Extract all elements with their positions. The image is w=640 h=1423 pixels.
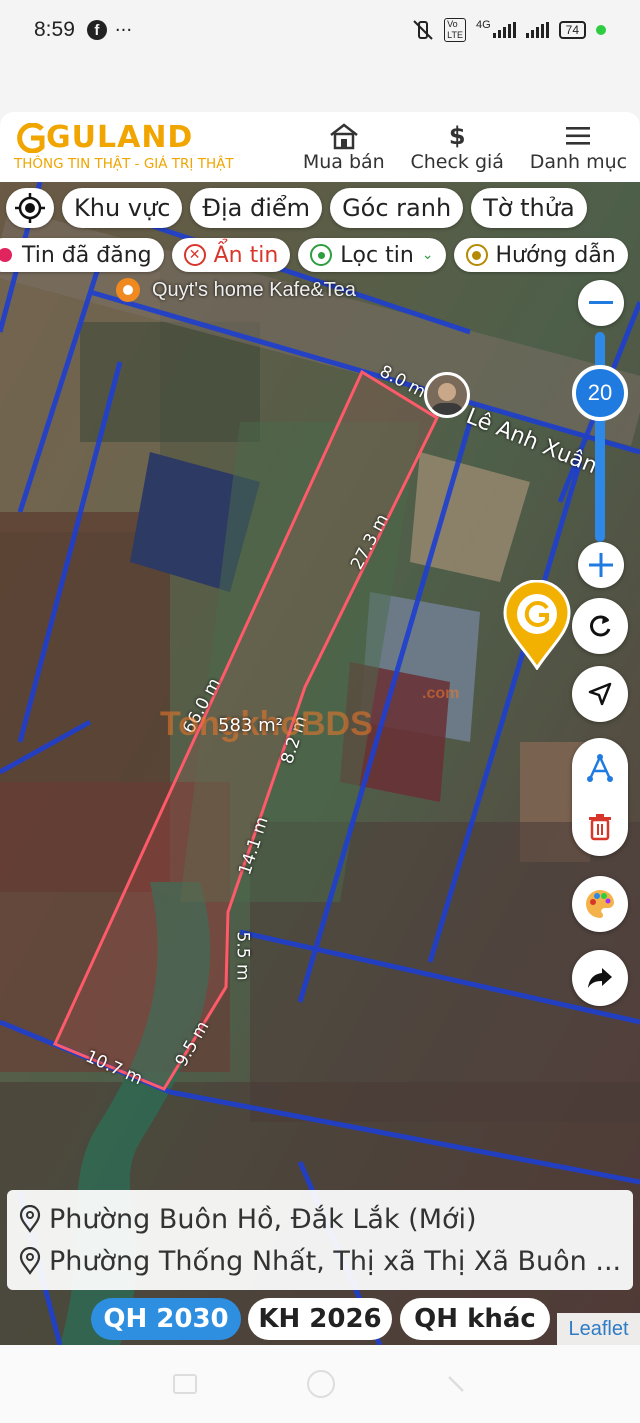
share-arrow-icon bbox=[588, 968, 612, 988]
tab-qh-khac[interactable]: QH khác bbox=[400, 1298, 550, 1340]
menu-icon bbox=[564, 121, 592, 151]
nav-check-gia-label: Check giá bbox=[410, 151, 504, 173]
nav-check-gia[interactable]: $ Check giá bbox=[410, 121, 503, 173]
address-card[interactable]: Phường Buôn Hồ, Đắk Lắk (Mới) Phường Thố… bbox=[7, 1190, 633, 1290]
filter-goc-ranh[interactable]: Góc ranh bbox=[330, 188, 464, 228]
guide-chip[interactable]: Hướng dẫn bbox=[453, 238, 628, 272]
palette-icon bbox=[586, 890, 614, 918]
zoom-in-button[interactable] bbox=[578, 542, 624, 588]
address-line-old: Phường Thống Nhất, Thị xã Thị Xã Buôn ..… bbox=[19, 1240, 621, 1282]
measure-tool-button[interactable] bbox=[572, 738, 628, 797]
nav-danh-muc-label: Danh mục bbox=[529, 151, 628, 173]
guland-pin-icon[interactable] bbox=[502, 580, 572, 670]
address-old-text: Phường Thống Nhất, Thị xã Thị Xã Buôn ..… bbox=[49, 1245, 621, 1277]
zoom-level-indicator[interactable]: 20 bbox=[572, 365, 628, 421]
map-pin-icon bbox=[19, 1247, 41, 1275]
guide-label: Hướng dẫn bbox=[495, 242, 616, 268]
filter-dia-diem[interactable]: Địa điểm bbox=[190, 188, 323, 228]
measure-polygon-icon bbox=[587, 753, 613, 782]
guland-logo[interactable]: GULAND THÔNG TIN THẬT - GIÁ TRỊ THẬT bbox=[0, 120, 290, 173]
filter-to-thua[interactable]: Tờ thửa bbox=[471, 188, 587, 228]
filter-listings-label: Lọc tin bbox=[340, 242, 414, 268]
hide-listings-chip[interactable]: ✕ Ẩn tin bbox=[171, 238, 291, 272]
address-new-text: Phường Buôn Hồ, Đắk Lắk (Mới) bbox=[49, 1203, 477, 1235]
refresh-button[interactable] bbox=[572, 598, 628, 654]
house-icon bbox=[328, 121, 360, 151]
area-label: 583 m² bbox=[218, 715, 283, 736]
system-nav-bar bbox=[0, 1345, 640, 1423]
tab-qh-2030[interactable]: QH 2030 bbox=[91, 1298, 241, 1340]
filter-row-1: Khu vực Địa điểm Góc ranh Tờ thửa bbox=[6, 188, 587, 228]
header-nav: Mua bán $ Check giá Danh mục bbox=[290, 121, 640, 173]
delete-drawing-button[interactable] bbox=[572, 797, 628, 856]
location-pin-icon bbox=[310, 244, 333, 266]
facebook-icon: f bbox=[86, 20, 107, 40]
satellite-map bbox=[0, 182, 640, 1345]
user-avatar-marker[interactable] bbox=[424, 372, 470, 418]
posted-listings-chip[interactable]: Tin đã đăng bbox=[0, 238, 164, 272]
logo-text: GULAND bbox=[46, 120, 194, 155]
trash-icon bbox=[589, 813, 611, 840]
status-time: 8:59 bbox=[34, 18, 75, 41]
app-screen: 8:59 f ··· Vo LTE 4G 74 GULAND THÔNG TIN … bbox=[0, 0, 640, 1423]
address-line-new: Phường Buôn Hồ, Đắk Lắk (Mới) bbox=[19, 1198, 621, 1240]
privacy-dot bbox=[596, 25, 606, 35]
map-pin-icon bbox=[19, 1205, 41, 1233]
posted-listings-label: Tin đã đăng bbox=[22, 242, 152, 268]
battery-icon: 74 bbox=[558, 21, 586, 39]
zoom-out-button[interactable] bbox=[578, 280, 624, 326]
signal-icon-2 bbox=[525, 22, 549, 38]
nav-danh-muc[interactable]: Danh mục bbox=[530, 121, 627, 173]
nav-mua-ban[interactable]: Mua bán bbox=[303, 121, 385, 173]
chevron-down-icon: ⌄ bbox=[421, 247, 434, 263]
refresh-icon bbox=[590, 615, 611, 637]
filter-khu-vuc[interactable]: Khu vực bbox=[62, 188, 183, 228]
guide-icon bbox=[465, 244, 488, 266]
draw-tools bbox=[572, 738, 628, 856]
status-bar: 8:59 f ··· Vo LTE 4G 74 bbox=[0, 0, 640, 60]
network-label: 4G bbox=[475, 19, 491, 31]
home-icon[interactable] bbox=[307, 1370, 335, 1398]
logo-tagline: THÔNG TIN THẬT - GIÁ TRỊ THẬT bbox=[14, 156, 234, 172]
logo-mark-icon bbox=[17, 123, 45, 153]
edge-label-right-4: 5.5 m bbox=[232, 931, 253, 981]
my-location-button[interactable] bbox=[6, 188, 54, 228]
layer-style-button[interactable] bbox=[572, 876, 628, 932]
signal-icon-1 bbox=[492, 22, 516, 38]
map-view[interactable]: Quyt's home Kafe&Tea Lê Anh Xuân 8.0 m 2… bbox=[0, 182, 640, 1345]
status-more: ··· bbox=[114, 19, 133, 41]
hide-listings-label: Ẩn tin bbox=[213, 242, 279, 268]
share-button[interactable] bbox=[572, 950, 628, 1006]
navigation-arrow-icon bbox=[588, 682, 612, 706]
mute-vibrate-icon bbox=[413, 20, 433, 40]
poi-label: Quyt's home Kafe&Tea bbox=[152, 279, 356, 301]
close-circle-icon: ✕ bbox=[183, 244, 206, 266]
app-header: GULAND THÔNG TIN THẬT - GIÁ TRỊ THẬT Mua… bbox=[0, 112, 640, 182]
locate-button[interactable] bbox=[572, 666, 628, 722]
volte-icon: Vo LTE bbox=[444, 18, 466, 42]
status-right: Vo LTE 4G 74 bbox=[412, 18, 606, 42]
crosshair-icon bbox=[15, 193, 45, 223]
posted-dot-icon bbox=[0, 248, 12, 262]
nav-mua-ban-label: Mua bán bbox=[302, 151, 385, 173]
filter-listings-chip[interactable]: Lọc tin ⌄ bbox=[298, 238, 446, 272]
leaflet-attribution[interactable]: Leaflet bbox=[557, 1313, 640, 1345]
back-icon[interactable] bbox=[445, 1373, 467, 1395]
filter-row-2: Tin đã đăng ✕ Ẩn tin Lọc tin ⌄ Hướng dẫn bbox=[0, 238, 628, 272]
recent-apps-icon[interactable] bbox=[173, 1374, 197, 1394]
zoom-slider-track[interactable] bbox=[595, 332, 605, 542]
watermark-suffix: .com bbox=[422, 685, 460, 702]
tab-kh-2026[interactable]: KH 2026 bbox=[248, 1298, 392, 1340]
dollar-icon: $ bbox=[448, 122, 466, 150]
